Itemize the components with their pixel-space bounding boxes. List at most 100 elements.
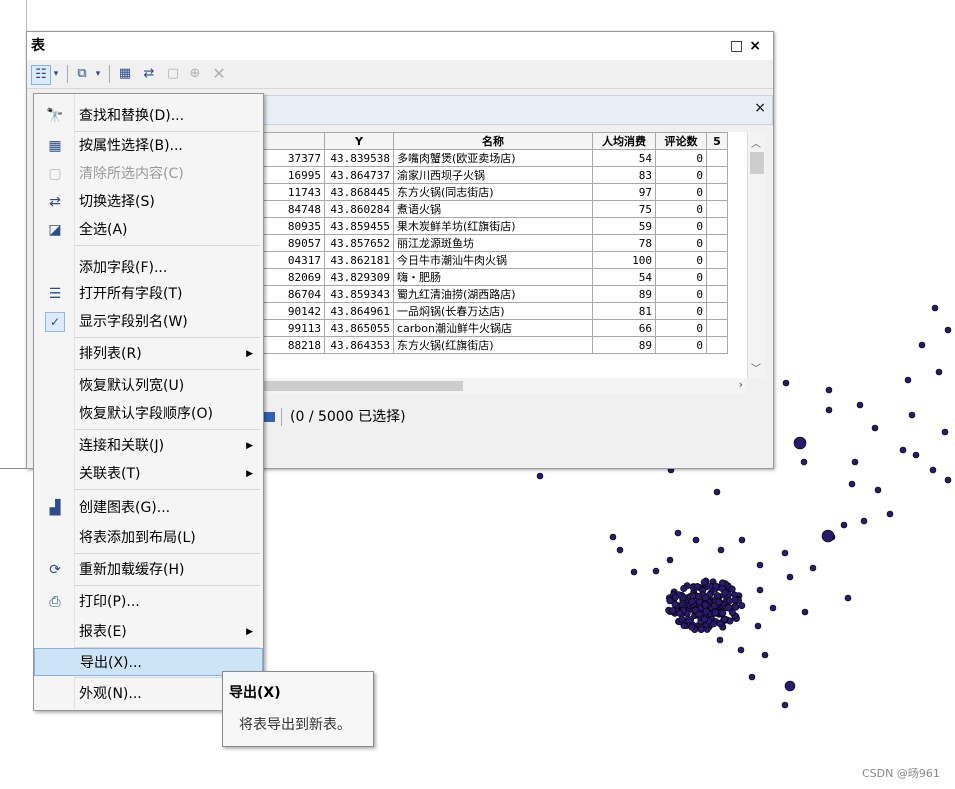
col-header-truncated[interactable]: 5	[706, 132, 728, 150]
cell-x[interactable]: 88218	[261, 336, 325, 354]
cell-avg-cost[interactable]: 54	[592, 268, 656, 286]
table-row[interactable]: 11743 43.868445 东方火锅(同志街店) 97 0	[261, 183, 728, 201]
cell-review-count[interactable]: 0	[655, 336, 707, 354]
cell-x[interactable]: 80935	[261, 217, 325, 235]
cell-x[interactable]: 89057	[261, 234, 325, 252]
cell-y[interactable]: 43.859455	[324, 217, 394, 235]
col-header-name[interactable]: 名称	[393, 132, 593, 150]
table-row[interactable]: 82069 43.829309 嗨・肥肠 54 0	[261, 268, 728, 286]
horizontal-scrollbar[interactable]: ›	[261, 378, 747, 394]
cell-truncated[interactable]	[706, 302, 728, 320]
cell-truncated[interactable]	[706, 217, 728, 235]
menu-item[interactable]: 恢复默认列宽(U)	[34, 372, 263, 400]
cell-x[interactable]: 82069	[261, 268, 325, 286]
col-header-avg-cost[interactable]: 人均消费	[592, 132, 656, 150]
cell-name[interactable]: carbon潮汕鲜牛火锅店	[393, 319, 593, 337]
col-header-review-count[interactable]: 评论数	[655, 132, 707, 150]
cell-x[interactable]: 11743	[261, 183, 325, 201]
table-row[interactable]: 99113 43.865055 carbon潮汕鲜牛火锅店 66 0	[261, 319, 728, 337]
menu-item[interactable]: 🔭 查找和替换(D)...	[34, 102, 263, 130]
cell-review-count[interactable]: 0	[655, 285, 707, 303]
restore-icon[interactable]: □	[730, 38, 749, 54]
scroll-up-icon[interactable]: ︿	[751, 135, 761, 150]
cell-review-count[interactable]: 0	[655, 319, 707, 337]
vertical-scrollbar[interactable]: ︿ ﹀	[747, 132, 766, 378]
cell-review-count[interactable]: 0	[655, 217, 707, 235]
cell-y[interactable]: 43.860284	[324, 200, 394, 218]
cell-review-count[interactable]: 0	[655, 268, 707, 286]
cell-review-count[interactable]: 0	[655, 251, 707, 269]
cell-avg-cost[interactable]: 97	[592, 183, 656, 201]
cell-avg-cost[interactable]: 100	[592, 251, 656, 269]
cell-avg-cost[interactable]: 89	[592, 285, 656, 303]
cell-y[interactable]: 43.864353	[324, 336, 394, 354]
col-header-y[interactable]: Y	[324, 132, 394, 150]
cell-y[interactable]: 43.857652	[324, 234, 394, 252]
menu-item[interactable]: 将表添加到布局(L)	[34, 524, 263, 552]
cell-y[interactable]: 43.864737	[324, 166, 394, 184]
cell-truncated[interactable]	[706, 234, 728, 252]
relate-icon[interactable]: ⧉	[73, 65, 91, 83]
table-row[interactable]: 80935 43.859455 果木炭鲜羊坊(红旗街店) 59 0	[261, 217, 728, 235]
cell-truncated[interactable]	[706, 166, 728, 184]
menu-item[interactable]: 恢复默认字段顺序(O)	[34, 400, 263, 428]
cell-truncated[interactable]	[706, 319, 728, 337]
dropdown-arrow-icon[interactable]: ▾	[51, 65, 61, 83]
cell-avg-cost[interactable]: 54	[592, 149, 656, 167]
cell-name[interactable]: 丽江龙源斑鱼坊	[393, 234, 593, 252]
cell-truncated[interactable]	[706, 336, 728, 354]
switch-selection-icon[interactable]: ⇄	[139, 65, 159, 83]
cell-avg-cost[interactable]: 83	[592, 166, 656, 184]
cell-x[interactable]: 37377	[261, 149, 325, 167]
cell-x[interactable]: 16995	[261, 166, 325, 184]
cell-x[interactable]: 86704	[261, 285, 325, 303]
col-header-x[interactable]	[261, 132, 325, 150]
cell-avg-cost[interactable]: 81	[592, 302, 656, 320]
cell-name[interactable]: 多嘴肉蟹煲(欧亚卖场店)	[393, 149, 593, 167]
dropdown-arrow-icon[interactable]: ▾	[93, 65, 103, 83]
cell-x[interactable]: 99113	[261, 319, 325, 337]
menu-item[interactable]: ⟳ 重新加载缓存(H)	[34, 556, 263, 584]
cell-y[interactable]: 43.839538	[324, 149, 394, 167]
table-options-icon[interactable]: ☷	[31, 65, 51, 85]
menu-item[interactable]: ☰ 打开所有字段(T)	[34, 280, 263, 308]
cell-avg-cost[interactable]: 66	[592, 319, 656, 337]
table-row[interactable]: 84748 43.860284 煮语火锅 75 0	[261, 200, 728, 218]
menu-item[interactable]: ⎙ 打印(P)...	[34, 588, 263, 616]
cell-x[interactable]: 84748	[261, 200, 325, 218]
menu-item[interactable]: ◪ 全选(A)	[34, 216, 263, 244]
menu-item[interactable]: ✓ 显示字段别名(W)	[34, 308, 263, 336]
table-row[interactable]: 04317 43.862181 今日牛市潮汕牛肉火锅 100 0	[261, 251, 728, 269]
window-titlebar[interactable]: 表 □×	[27, 32, 773, 60]
table-row[interactable]: 88218 43.864353 东方火锅(红旗街店) 89 0	[261, 336, 728, 354]
scroll-right-icon[interactable]: ›	[739, 378, 743, 391]
cell-truncated[interactable]	[706, 149, 728, 167]
select-by-attributes-icon[interactable]: ▦	[115, 65, 135, 83]
scrollbar-thumb[interactable]	[263, 381, 463, 391]
cell-x[interactable]: 04317	[261, 251, 325, 269]
cell-y[interactable]: 43.829309	[324, 268, 394, 286]
menu-item[interactable]: ▦ 按属性选择(B)...	[34, 132, 263, 160]
cell-y[interactable]: 43.865055	[324, 319, 394, 337]
table-row[interactable]: 89057 43.857652 丽江龙源斑鱼坊 78 0	[261, 234, 728, 252]
cell-review-count[interactable]: 0	[655, 166, 707, 184]
table-row[interactable]: 37377 43.839538 多嘴肉蟹煲(欧亚卖场店) 54 0	[261, 149, 728, 167]
cell-review-count[interactable]: 0	[655, 234, 707, 252]
close-icon[interactable]: ×	[749, 38, 767, 54]
cell-truncated[interactable]	[706, 200, 728, 218]
scrollbar-thumb[interactable]	[750, 152, 764, 174]
cell-name[interactable]: 嗨・肥肠	[393, 268, 593, 286]
table-row[interactable]: 16995 43.864737 渝家川西坝子火锅 83 0	[261, 166, 728, 184]
cell-name[interactable]: 东方火锅(同志街店)	[393, 183, 593, 201]
table-row[interactable]: 90142 43.864961 一品焖锅(长春万达店) 81 0	[261, 302, 728, 320]
cell-truncated[interactable]	[706, 251, 728, 269]
cell-avg-cost[interactable]: 78	[592, 234, 656, 252]
cell-name[interactable]: 蜀九红清油捞(湖西路店)	[393, 285, 593, 303]
menu-item[interactable]: 排列表(R) ▶	[34, 340, 263, 368]
cell-avg-cost[interactable]: 59	[592, 217, 656, 235]
cell-truncated[interactable]	[706, 183, 728, 201]
cell-truncated[interactable]	[706, 285, 728, 303]
cell-name[interactable]: 一品焖锅(长春万达店)	[393, 302, 593, 320]
cell-y[interactable]: 43.868445	[324, 183, 394, 201]
cell-name[interactable]: 渝家川西坝子火锅	[393, 166, 593, 184]
